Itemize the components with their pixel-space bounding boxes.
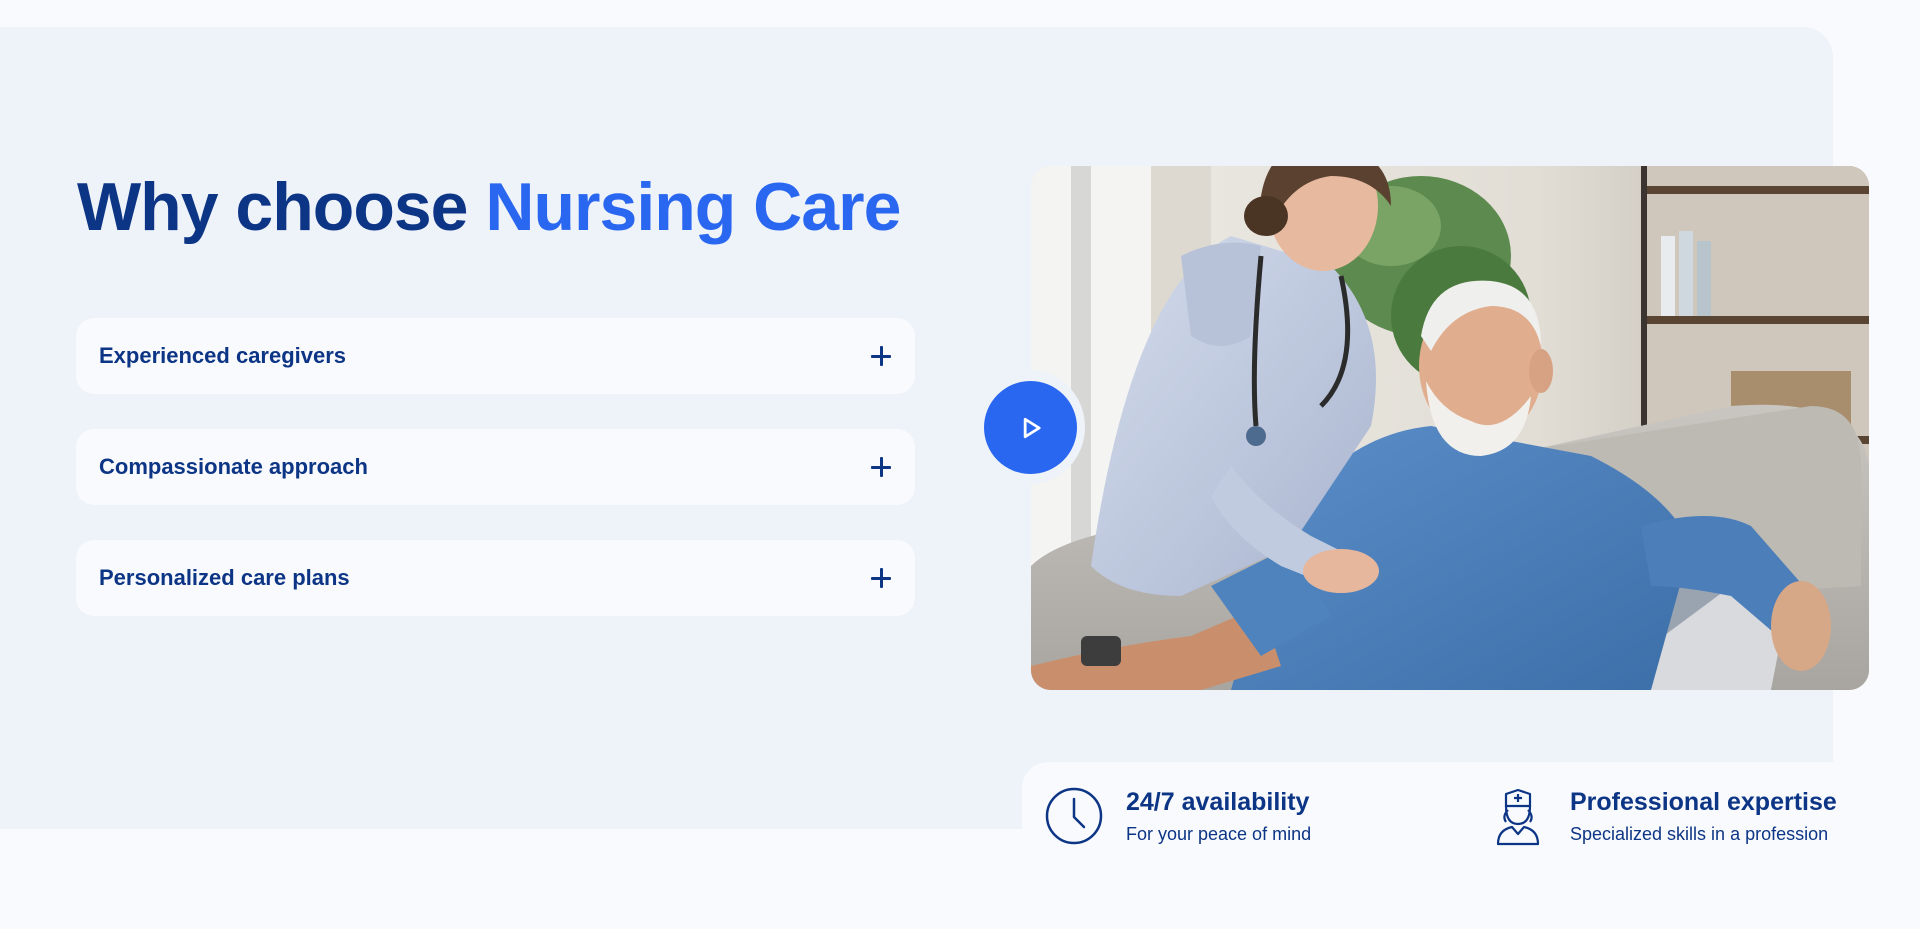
accordion-item-experienced-caregivers[interactable]: Experienced caregivers — [76, 318, 915, 394]
plus-icon[interactable] — [871, 568, 891, 588]
feature-description: For your peace of mind — [1126, 823, 1312, 844]
clock-icon — [1045, 787, 1103, 844]
accordion-item-compassionate-approach[interactable]: Compassionate approach — [76, 429, 915, 505]
play-video-button[interactable] — [984, 381, 1077, 474]
nurse-patient-photo — [1031, 166, 1869, 690]
accordion-item-personalized-care-plans[interactable]: Personalized care plans — [76, 540, 915, 616]
feature-expertise: Professional expertise Specialized skill… — [1488, 762, 1837, 869]
section-title-accent: Nursing Care — [485, 169, 901, 245]
page: Why choose Nursing Care Experienced care… — [0, 0, 1920, 929]
plus-icon[interactable] — [871, 346, 891, 366]
feature-availability: 24/7 availability For your peace of mind — [1044, 762, 1311, 869]
plus-icon[interactable] — [871, 457, 891, 477]
feature-description: Specialized skills in a profession — [1570, 823, 1829, 844]
accordion-label: Compassionate approach — [99, 454, 368, 479]
feature-title: Professional expertise — [1570, 787, 1837, 816]
section-title: Why choose Nursing Care — [77, 168, 901, 246]
panel-notch — [1835, 27, 1920, 142]
play-icon — [1023, 417, 1041, 438]
feature-title: 24/7 availability — [1126, 787, 1310, 816]
accordion-label: Personalized care plans — [99, 565, 350, 590]
section-title-text: Why choose — [77, 169, 486, 245]
features-bar: 24/7 availability For your peace of mind… — [1022, 762, 1877, 869]
nurse-icon — [1496, 788, 1540, 845]
accordion-label: Experienced caregivers — [99, 343, 347, 368]
